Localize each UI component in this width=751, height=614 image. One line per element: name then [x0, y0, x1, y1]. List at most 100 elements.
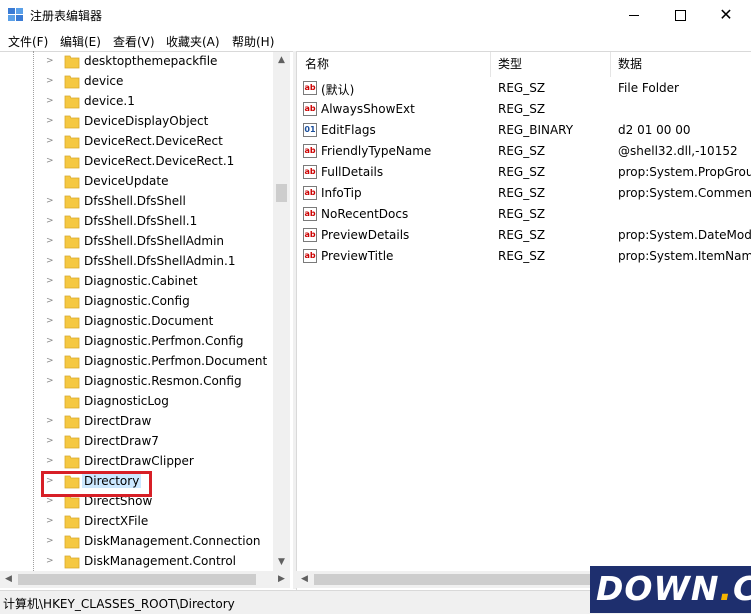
- watermark-dot: .: [719, 569, 734, 608]
- chevron-right-icon[interactable]: >: [46, 137, 54, 146]
- chevron-right-icon[interactable]: >: [46, 417, 54, 426]
- values-list[interactable]: 名称 类型 数据 ab (默认) REG_SZ File Folder ab Always…: [296, 51, 751, 590]
- tree-item[interactable]: > DirectDraw: [0, 412, 273, 432]
- tree-item[interactable]: > DiskManagement.Connection: [0, 532, 273, 552]
- tree-item[interactable]: > device.1: [0, 92, 273, 112]
- chevron-right-icon[interactable]: >: [46, 297, 54, 306]
- tree-item[interactable]: > DiskManagement.Control: [0, 552, 273, 572]
- tree-item[interactable]: > desktopthemepackfile: [0, 52, 273, 72]
- tree-item-label: device.1: [84, 94, 135, 108]
- tree-item-label: DiagnosticLog: [84, 394, 169, 408]
- menu-favorites[interactable]: 收藏夹(A): [166, 33, 220, 50]
- column-header-name[interactable]: 名称: [305, 52, 329, 77]
- folder-icon: [64, 555, 80, 569]
- folder-icon: [64, 315, 80, 329]
- chevron-right-icon[interactable]: >: [46, 537, 54, 546]
- column-header-type[interactable]: 类型: [498, 52, 522, 77]
- tree-item[interactable]: > DirectDraw7: [0, 432, 273, 452]
- folder-icon: [64, 455, 80, 469]
- chevron-right-icon[interactable]: >: [46, 197, 54, 206]
- value-row[interactable]: 01 EditFlags REG_BINARY d2 01 00 00: [297, 120, 751, 141]
- tree-item[interactable]: > DeviceRect.DeviceRect.1: [0, 152, 273, 172]
- menu-edit[interactable]: 编辑(E): [60, 33, 101, 50]
- tree-item[interactable]: > DfsShell.DfsShell.1: [0, 212, 273, 232]
- tree-horizontal-scrollbar[interactable]: ◀ ▶: [0, 571, 290, 588]
- chevron-right-icon[interactable]: >: [46, 517, 54, 526]
- value-row[interactable]: ab (默认) REG_SZ File Folder: [297, 78, 751, 99]
- tree-item[interactable]: > Diagnostic.Cabinet: [0, 272, 273, 292]
- value-data: @shell32.dll,-10152: [618, 144, 738, 158]
- tree-item[interactable]: > DfsShell.DfsShellAdmin.1: [0, 252, 273, 272]
- chevron-right-icon[interactable]: >: [46, 57, 54, 66]
- menu-view[interactable]: 查看(V): [113, 33, 155, 50]
- tree-item[interactable]: > Diagnostic.Document: [0, 312, 273, 332]
- tree-item[interactable]: > Diagnostic.Perfmon.Config: [0, 332, 273, 352]
- chevron-right-icon[interactable]: >: [46, 497, 54, 506]
- tree-item[interactable]: > DirectDrawClipper: [0, 452, 273, 472]
- value-type: REG_SZ: [498, 249, 546, 263]
- tree-item[interactable]: > Diagnostic.Perfmon.Document: [0, 352, 273, 372]
- folder-icon: [64, 395, 80, 409]
- value-row[interactable]: ab NoRecentDocs REG_SZ: [297, 204, 751, 225]
- chevron-right-icon[interactable]: >: [46, 437, 54, 446]
- column-divider[interactable]: [490, 52, 491, 77]
- tree-item[interactable]: DeviceUpdate: [0, 172, 273, 192]
- chevron-right-icon[interactable]: >: [46, 257, 54, 266]
- tree-hscroll-thumb[interactable]: [18, 574, 256, 585]
- chevron-right-icon[interactable]: >: [46, 277, 54, 286]
- chevron-right-icon[interactable]: >: [46, 217, 54, 226]
- minimize-button[interactable]: [611, 0, 657, 30]
- tree-vertical-scrollbar[interactable]: ▲ ▼: [273, 52, 290, 571]
- chevron-right-icon[interactable]: >: [46, 117, 54, 126]
- chevron-right-icon[interactable]: >: [46, 157, 54, 166]
- value-name: PreviewTitle: [321, 249, 394, 263]
- tree-item[interactable]: > DeviceDisplayObject: [0, 112, 273, 132]
- column-header-data[interactable]: 数据: [618, 52, 642, 77]
- tree-item[interactable]: > Diagnostic.Config: [0, 292, 273, 312]
- close-button[interactable]: ✕: [703, 0, 749, 30]
- tree-item-label: DiskManagement.Control: [84, 554, 237, 568]
- tree-item[interactable]: DiagnosticLog: [0, 392, 273, 412]
- folder-icon: [64, 355, 80, 369]
- tree-item[interactable]: > DirectXFile: [0, 512, 273, 532]
- column-divider[interactable]: [610, 52, 611, 77]
- folder-icon: [64, 415, 80, 429]
- scroll-down-icon[interactable]: ▼: [273, 557, 290, 567]
- chevron-right-icon[interactable]: >: [46, 377, 54, 386]
- value-row[interactable]: ab PreviewDetails REG_SZ prop:System.DateMo…: [297, 225, 751, 246]
- scroll-left-icon[interactable]: ◀: [296, 574, 313, 584]
- status-path: 计算机\HKEY_CLASSES_ROOT\Directory: [3, 597, 235, 611]
- menu-help[interactable]: 帮助(H): [232, 33, 274, 50]
- tree-item[interactable]: > device: [0, 72, 273, 92]
- chevron-right-icon[interactable]: >: [46, 557, 54, 566]
- tree-item[interactable]: > Diagnostic.Resmon.Config: [0, 372, 273, 392]
- binary-value-icon: 01: [303, 123, 317, 137]
- value-row[interactable]: ab PreviewTitle REG_SZ prop:System.ItemNam: [297, 246, 751, 267]
- tree-item[interactable]: > DfsShell.DfsShell: [0, 192, 273, 212]
- scroll-right-icon[interactable]: ▶: [273, 574, 290, 584]
- chevron-right-icon[interactable]: >: [46, 237, 54, 246]
- tree-item-label: device: [84, 74, 124, 88]
- tree-item[interactable]: > DfsShell.DfsShellAdmin: [0, 232, 273, 252]
- chevron-right-icon[interactable]: >: [46, 357, 54, 366]
- chevron-right-icon[interactable]: >: [46, 457, 54, 466]
- chevron-right-icon[interactable]: >: [46, 97, 54, 106]
- maximize-button[interactable]: [657, 0, 703, 30]
- folder-icon: [64, 75, 80, 89]
- value-row[interactable]: ab FriendlyTypeName REG_SZ @shell32.dll,-10…: [297, 141, 751, 162]
- chevron-right-icon[interactable]: >: [46, 77, 54, 86]
- registry-tree[interactable]: > desktopthemepackfile > device > device.1 > De…: [0, 51, 293, 590]
- value-row[interactable]: ab InfoTip REG_SZ prop:System.Comment: [297, 183, 751, 204]
- chevron-right-icon[interactable]: >: [46, 337, 54, 346]
- tree-item-label: DeviceRect.DeviceRect: [84, 134, 223, 148]
- down-cc-watermark-logo: DOWN.CC: [590, 566, 751, 613]
- tree-item-label: Diagnostic.Cabinet: [84, 274, 198, 288]
- value-row[interactable]: ab FullDetails REG_SZ prop:System.PropGrou: [297, 162, 751, 183]
- scroll-left-icon[interactable]: ◀: [0, 574, 17, 584]
- tree-scroll-thumb[interactable]: [276, 184, 287, 202]
- tree-item[interactable]: > DeviceRect.DeviceRect: [0, 132, 273, 152]
- scroll-up-icon[interactable]: ▲: [273, 55, 290, 65]
- menu-file[interactable]: 文件(F): [8, 33, 48, 50]
- chevron-right-icon[interactable]: >: [46, 317, 54, 326]
- value-row[interactable]: ab AlwaysShowExt REG_SZ: [297, 99, 751, 120]
